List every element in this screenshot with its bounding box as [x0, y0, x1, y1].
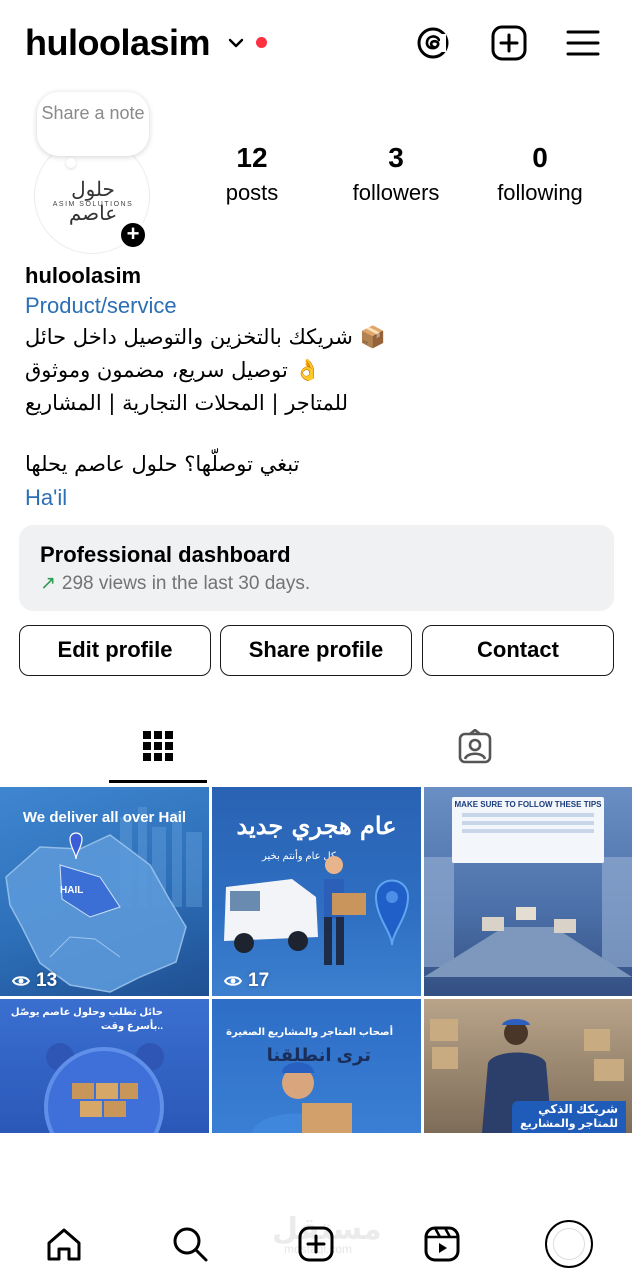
followers-label: followers: [352, 180, 440, 205]
eye-icon: [224, 976, 242, 986]
followers-count: 3: [388, 142, 404, 173]
threads-icon[interactable]: [414, 24, 452, 62]
logo-english: ASIM SOLUTIONS: [52, 201, 134, 208]
share-profile-button[interactable]: Share profile: [220, 625, 412, 676]
caption-banner: شريكك الذكي للمتاجر والمشاريع: [512, 1101, 626, 1133]
reels-icon[interactable]: [422, 1224, 462, 1264]
stat-followers[interactable]: 3 followers: [326, 140, 466, 208]
posts-label: posts: [225, 180, 279, 205]
post-tile[interactable]: We deliver all over Hail HAIL 13: [0, 787, 209, 996]
post-headline: We deliver all over Hail: [22, 809, 187, 826]
trend-up-icon: ↗: [40, 573, 56, 594]
posts-count: 12: [236, 142, 268, 173]
tips-card: MAKE SURE TO FOLLOW THESE TIPS: [452, 797, 604, 863]
search-icon[interactable]: [170, 1224, 210, 1264]
bio-line: 📦 شريكك بالتخزين والتوصيل داخل حائل: [25, 325, 386, 349]
bio-line: 👌 توصيل سريع، مضمون وموثوق: [25, 358, 321, 382]
bio-spacer: [25, 420, 605, 448]
post-tile[interactable]: شريكك الذكي للمتاجر والمشاريع: [424, 999, 632, 1133]
home-icon[interactable]: [44, 1224, 84, 1264]
location-link[interactable]: Ha'il: [25, 483, 605, 513]
notification-dot: [256, 37, 267, 48]
following-count: 0: [532, 142, 548, 173]
tab-tagged[interactable]: [426, 720, 524, 782]
grid-icon: [143, 731, 173, 761]
profile-tab-avatar[interactable]: [545, 1220, 593, 1268]
eye-icon: [12, 976, 30, 986]
professional-dashboard[interactable]: Professional dashboard ↗ 298 views in the…: [19, 525, 614, 611]
top-bar: huloolasim: [0, 0, 632, 88]
post-headline: شريكك الذكي: [538, 1102, 618, 1116]
chevron-down-icon[interactable]: [227, 34, 245, 52]
contact-button[interactable]: Contact: [422, 625, 614, 676]
view-count-text: 17: [248, 970, 270, 991]
alarm-clock-graphic: [44, 1043, 164, 1133]
dashboard-subtitle: ↗ 298 views in the last 30 days.: [40, 571, 593, 597]
add-story-icon[interactable]: +: [118, 220, 148, 250]
note-bubble-tail: [66, 158, 76, 168]
view-count: 17: [224, 970, 269, 992]
tagged-user-icon: [458, 729, 492, 764]
post-tile[interactable]: أصحاب المتاجر والمشاريع الصغيرة ترى انطل…: [212, 999, 421, 1133]
tab-posts-grid[interactable]: [109, 720, 207, 782]
stat-following[interactable]: 0 following: [470, 140, 610, 208]
share-note-bubble[interactable]: Share a note: [37, 92, 149, 156]
dashboard-title: Professional dashboard: [40, 542, 291, 567]
delivery-person-graphic: [252, 1062, 352, 1133]
delivery-van-graphic: [224, 856, 410, 965]
account-switcher[interactable]: huloolasim: [25, 22, 211, 64]
map-label: HAIL: [60, 885, 84, 896]
view-count: 13: [12, 970, 57, 992]
profile-bio: huloolasim Product/service 📦 شريكك بالتخ…: [25, 262, 605, 513]
post-tile[interactable]: MAKE SURE TO FOLLOW THESE TIPS: [424, 787, 632, 996]
view-count-text: 13: [36, 970, 58, 991]
bio-line: تبغي توصلّها؟ حلول عاصم يحلها: [25, 452, 300, 476]
category-label[interactable]: Product/service: [25, 291, 605, 321]
display-name: huloolasim: [25, 263, 142, 288]
post-tile[interactable]: عام هجري جديد كل عام وأنتم بخير 17: [212, 787, 421, 996]
post-headline: MAKE SURE TO FOLLOW THESE TIPS: [454, 800, 602, 809]
note-text: Share a note: [41, 103, 145, 123]
active-tab-indicator: [109, 780, 207, 783]
menu-icon[interactable]: [564, 24, 602, 62]
following-label: following: [497, 180, 583, 205]
bio-line: للمتاجر | المحلات التجارية | المشاريع: [25, 391, 348, 415]
stat-posts[interactable]: 12 posts: [182, 140, 322, 208]
post-caption: للمتاجر والمشاريع: [520, 1118, 618, 1130]
create-post-icon[interactable]: [490, 24, 528, 62]
watermark-url: mostaql.com: [284, 1242, 353, 1256]
post-tile[interactable]: حائل تطلب وحلول عاصم يوصّل ..بأسرع وقت: [0, 999, 209, 1133]
dashboard-views-text: 298 views in the last 30 days.: [61, 573, 311, 594]
edit-profile-button[interactable]: Edit profile: [19, 625, 211, 676]
